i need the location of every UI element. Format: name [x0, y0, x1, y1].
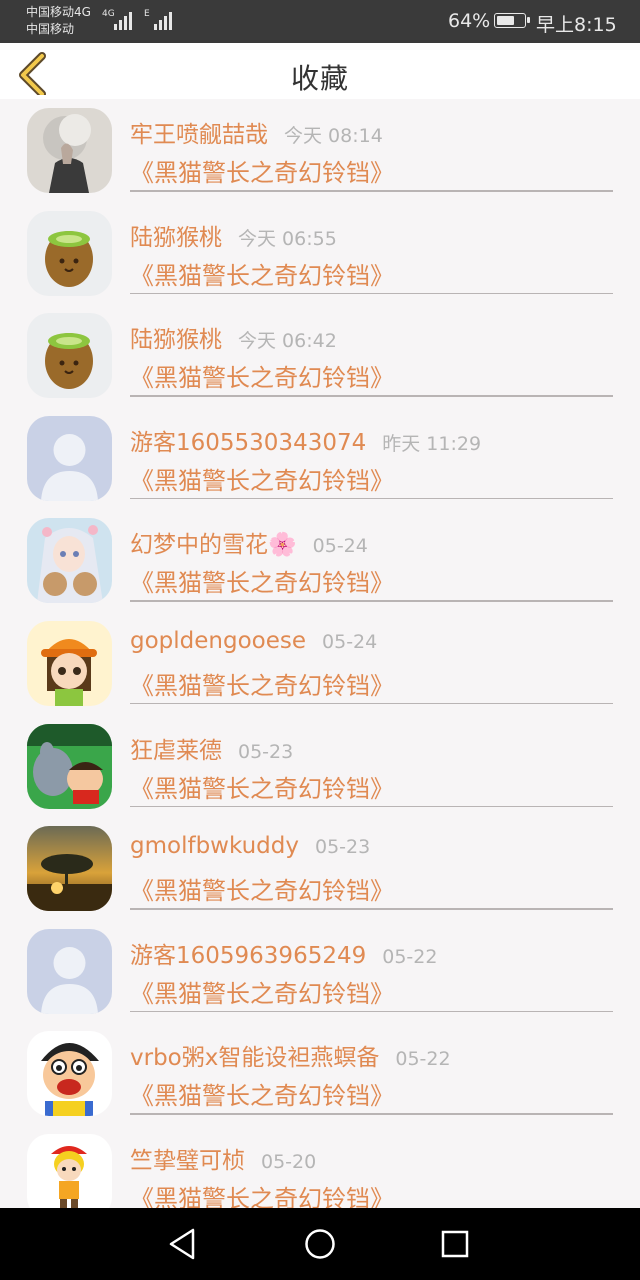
divider	[130, 395, 613, 397]
user-name[interactable]: 陆猕猴桃 今天 06:55	[130, 218, 337, 252]
avatar[interactable]	[27, 620, 112, 706]
book-title[interactable]: 《黑猫警长之奇幻铃铛》	[130, 153, 394, 188]
avatar[interactable]	[27, 723, 112, 809]
user-name-text: 游客1605963965249	[130, 942, 367, 969]
triangle-back-icon	[169, 1228, 195, 1260]
user-name[interactable]: 幻梦中的雪花🌸 05-24	[130, 525, 368, 559]
favorite-item[interactable]: 陆猕猴桃 今天 06:42 《黑猫警长之奇幻铃铛》	[0, 304, 640, 407]
user-name-text: 狂虐莱德	[130, 737, 222, 764]
user-name[interactable]: 狂虐莱德 05-23	[130, 731, 293, 765]
carrier-2: 中国移动	[26, 22, 75, 36]
timestamp: 05-20	[261, 1150, 317, 1173]
book-title[interactable]: 《黑猫警长之奇幻铃铛》	[130, 256, 394, 291]
timestamp: 今天 06:42	[238, 330, 337, 353]
timestamp: 05-22	[382, 945, 438, 968]
favorites-list[interactable]: 牢王喷觎喆哉 今天 08:14 《黑猫警长之奇幻铃铛》 陆猕猴桃 今天 06:55 《黑猫…	[0, 99, 640, 1208]
avatar[interactable]	[27, 518, 112, 604]
square-recents-icon	[441, 1230, 469, 1258]
circle-home-icon	[305, 1229, 335, 1259]
signal-2-icon	[154, 12, 172, 30]
system-nav-bar	[0, 1208, 640, 1280]
book-title[interactable]: 《黑猫警长之奇幻铃铛》	[130, 1076, 394, 1111]
timestamp: 05-24	[312, 535, 368, 558]
user-name-text: 陆猕猴桃	[130, 224, 222, 251]
book-title[interactable]: 《黑猫警长之奇幻铃铛》	[130, 871, 394, 906]
nav-back-button[interactable]	[163, 1224, 203, 1264]
nav-home-button[interactable]	[300, 1224, 340, 1264]
network-type-2: E	[144, 9, 150, 19]
book-title[interactable]: 《黑猫警长之奇幻铃铛》	[130, 1179, 394, 1208]
divider	[130, 805, 613, 808]
user-name[interactable]: 牢王喷觎喆哉 今天 08:14	[130, 115, 383, 149]
timestamp: 今天 06:55	[238, 227, 337, 250]
user-name[interactable]: 竺挚璧可桢 05-20	[130, 1141, 316, 1175]
page-title: 收藏	[290, 62, 349, 95]
divider	[130, 1010, 613, 1013]
favorite-item[interactable]: 竺挚璧可桢 05-20 《黑猫警长之奇幻铃铛》	[0, 1125, 640, 1208]
avatar[interactable]	[27, 826, 112, 912]
favorite-item[interactable]: 狂虐莱德 05-23 《黑猫警长之奇幻铃铛》	[0, 715, 640, 818]
user-name-text: 竺挚璧可桢	[130, 1147, 245, 1174]
user-name-text: 游客1605530343074	[130, 429, 367, 456]
favorite-item[interactable]: vrbo粥x智能设袒燕螟备 05-22 《黑猫警长之奇幻铃铛》	[0, 1022, 640, 1125]
network-type-1: 4G	[102, 9, 115, 19]
favorite-item[interactable]: 游客1605963965249 05-22 《黑猫警长之奇幻铃铛》	[0, 920, 640, 1023]
user-name-text: vrbo粥x智能设袒燕螟备	[130, 1045, 380, 1072]
avatar[interactable]	[27, 210, 112, 296]
divider	[130, 908, 613, 910]
avatar[interactable]	[27, 928, 112, 1014]
divider	[130, 1113, 613, 1115]
user-name[interactable]: gopldengooese 05-24	[130, 628, 377, 654]
battery-level	[497, 16, 514, 25]
favorite-item[interactable]: 幻梦中的雪花🌸 05-24 《黑猫警长之奇幻铃铛》	[0, 509, 640, 612]
timestamp: 05-23	[238, 740, 294, 763]
user-name[interactable]: 陆猕猴桃 今天 06:42	[130, 320, 337, 354]
carrier-1: 中国移动4G	[26, 5, 91, 19]
timestamp: 05-24	[322, 630, 378, 653]
divider	[130, 292, 613, 295]
user-name[interactable]: gmolfbwkuddy 05-23	[130, 833, 370, 859]
clock: 早上8:15	[536, 14, 617, 36]
user-name[interactable]: 游客1605530343074 昨天 11:29	[130, 423, 481, 457]
favorite-item[interactable]: 牢王喷觎喆哉 今天 08:14 《黑猫警长之奇幻铃铛》	[0, 99, 640, 202]
avatar[interactable]	[27, 1133, 112, 1208]
favorite-item[interactable]: 陆猕猴桃 今天 06:55 《黑猫警长之奇幻铃铛》	[0, 202, 640, 305]
avatar[interactable]	[27, 415, 112, 501]
book-title[interactable]: 《黑猫警长之奇幻铃铛》	[130, 461, 394, 496]
user-name-text: 牢王喷觎喆哉	[130, 122, 268, 148]
avatar[interactable]	[27, 1031, 112, 1117]
user-name-text: 陆猕猴桃	[130, 327, 222, 354]
divider	[130, 702, 613, 705]
battery-icon	[494, 13, 530, 28]
favorite-item[interactable]: 游客1605530343074 昨天 11:29 《黑猫警长之奇幻铃铛》	[0, 407, 640, 510]
book-title[interactable]: 《黑猫警长之奇幻铃铛》	[130, 769, 394, 804]
book-title[interactable]: 《黑猫警长之奇幻铃铛》	[130, 563, 394, 598]
book-title[interactable]: 《黑猫警长之奇幻铃铛》	[130, 666, 394, 701]
favorite-item[interactable]: gmolfbwkuddy 05-23 《黑猫警长之奇幻铃铛》	[0, 817, 640, 920]
user-name[interactable]: 游客1605963965249 05-22	[130, 936, 437, 970]
user-name-text: gmolfbwkuddy	[130, 833, 299, 860]
favorite-item[interactable]: gopldengooese 05-24 《黑猫警长之奇幻铃铛》	[0, 612, 640, 715]
divider	[130, 190, 613, 192]
avatar[interactable]	[27, 313, 112, 399]
status-bar: 中国移动4G 中国移动 4G E 64% 早上8:15	[0, 0, 640, 43]
user-name-text: 幻梦中的雪花🌸	[130, 532, 297, 559]
signal-1-icon	[114, 12, 132, 30]
divider	[130, 600, 613, 602]
book-title[interactable]: 《黑猫警长之奇幻铃铛》	[130, 358, 394, 393]
avatar[interactable]	[27, 108, 112, 193]
carrier-info: 中国移动4G 中国移动	[26, 4, 91, 38]
timestamp: 05-22	[395, 1048, 451, 1071]
battery-percent: 64%	[448, 10, 491, 32]
book-title[interactable]: 《黑猫警长之奇幻铃铛》	[130, 974, 394, 1009]
app-header: 收藏	[0, 43, 640, 99]
user-name[interactable]: vrbo粥x智能设袒燕螟备 05-22	[130, 1038, 451, 1072]
timestamp: 今天 08:14	[284, 125, 383, 147]
nav-recents-button[interactable]	[435, 1224, 475, 1264]
timestamp: 昨天 11:29	[382, 432, 482, 455]
divider	[130, 497, 613, 500]
timestamp: 05-23	[314, 836, 371, 859]
user-name-text: gopldengooese	[130, 627, 307, 654]
